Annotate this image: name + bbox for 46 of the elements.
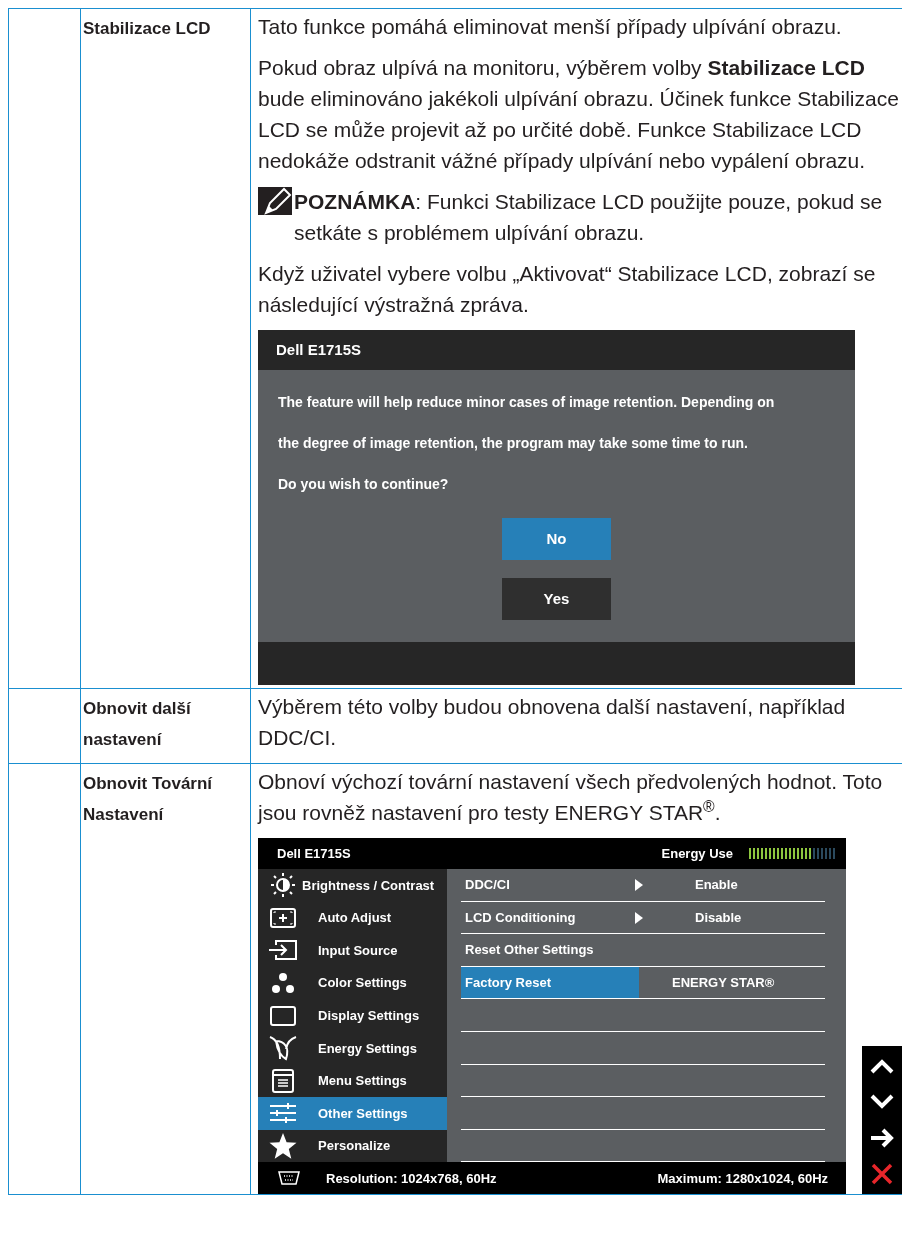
energy-label: Energy Use xyxy=(661,844,734,863)
osd-menu-label: Personalize xyxy=(318,1137,391,1156)
osd-menu-label: Display Settings xyxy=(318,1006,420,1025)
osd-menu-item[interactable]: Color Settings xyxy=(258,966,447,1000)
vga-port-icon xyxy=(276,1171,302,1186)
paragraph: Obnoví výchozí tovární nastavení všech předvolených hodnot. Toto jsou rovněž nastavení pro testy ENERGY STAR$^{®}$. xyxy=(258,769,884,826)
osd-value: Enable xyxy=(695,876,738,895)
paragraph: Tato funkce pomáhá eliminovat menší případy ulpívání obrazu. xyxy=(258,14,843,40)
paragraph: Když uživatel vybere volbu „Aktivovat“ Stabilizace LCD, zobrazí se následující výstražná zpráva. xyxy=(258,261,877,318)
osd-menu-label: Input Source xyxy=(318,941,398,960)
paragraph: Výběrem této volby budou obnovena další nastavení, například DDC/CI. xyxy=(258,694,847,751)
osd-menu-item[interactable]: Input Source xyxy=(258,934,447,967)
osd-menu-item[interactable]: Display Settings xyxy=(258,999,447,1032)
osd-menu-item[interactable]: Energy Settings xyxy=(258,1031,447,1065)
pencil-icon xyxy=(258,187,292,215)
dialog-button[interactable]: No xyxy=(502,518,611,560)
osd-option[interactable]: Reset Other Settings xyxy=(461,934,639,967)
dialog-button[interactable]: Yes xyxy=(502,578,611,620)
submenu-arrow-icon xyxy=(635,911,643,924)
dialog-message: the degree of image retention, the program may take some time to run. xyxy=(278,434,749,453)
note-text: POZNÁMKA: Funkci Stabilizace LCD použijte pouze, pokud se setkáte s problémem ulpívání obrazu. xyxy=(293,189,884,246)
paragraph: Pokud obraz ulpívá na monitoru, výběrem volby Stabilizace LCD bude eliminováno jakékoli ulpívání obrazu. Účinek funkce Stabilizace LCD se může projevit až po určité době. Funkce Stabilizace LCD nedokáže odstranit vážné případy ulpívání nebo vypálení obrazu. xyxy=(258,55,900,174)
osd-menu-label: Other Settings xyxy=(318,1104,408,1123)
osd-menu-item[interactable]: Brightness / Contrast xyxy=(258,869,447,902)
osd-menu-label: Brightness / Contrast xyxy=(302,876,435,895)
dialog-message: The feature will help reduce minor cases of image retention. Depending on xyxy=(278,393,776,412)
osd-menu-item[interactable]: Personalize xyxy=(258,1129,447,1163)
osd-value: Disable xyxy=(695,908,742,927)
osd-menu-label: Menu Settings xyxy=(318,1072,407,1091)
osd-menu-label: Color Settings xyxy=(318,974,407,993)
osd-value: ENERGY STAR® xyxy=(672,973,775,992)
resolution-text: Resolution: 1024x768, 60Hz xyxy=(326,1169,498,1188)
osd-menu-label: Auto Adjust xyxy=(318,909,392,928)
row-label: Stabilizace LCD xyxy=(83,18,212,40)
submenu-arrow-icon xyxy=(635,879,643,891)
maximum-resolution-text: Maximum: 1280x1024, 60Hz xyxy=(657,1169,829,1188)
osd-menu-item[interactable]: Other Settings xyxy=(258,1097,447,1130)
osd-menu-item[interactable]: Menu Settings xyxy=(258,1064,447,1098)
row-label: Obnovit Tovární Nastavení xyxy=(83,773,214,826)
osd-title: Dell E1715S xyxy=(277,844,352,863)
osd-option[interactable]: Factory Reset xyxy=(461,966,639,1000)
osd-menu-label: Energy Settings xyxy=(318,1039,417,1058)
osd-menu-item[interactable]: Auto Adjust xyxy=(258,901,447,935)
dialog-title: Dell E1715S xyxy=(258,330,855,370)
dialog-message: Do you wish to continue? xyxy=(278,475,450,494)
row-label: Obnovit další nastavení xyxy=(83,698,192,751)
